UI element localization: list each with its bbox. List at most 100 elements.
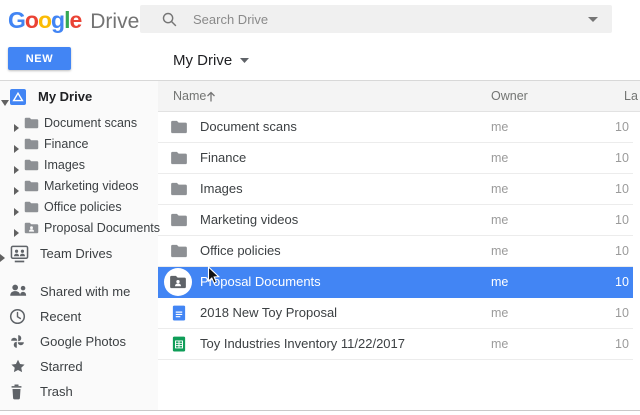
file-owner: me <box>491 236 508 266</box>
file-list: Document scans me 10 Finance me 10 <box>158 112 640 360</box>
sidebar-starred-label: Starred <box>40 354 83 379</box>
search-options-caret-icon[interactable] <box>588 17 598 22</box>
new-button[interactable]: NEW <box>8 47 71 70</box>
drive-icon <box>10 89 26 108</box>
sidebar-item-starred[interactable]: Starred <box>0 354 158 379</box>
file-owner: me <box>491 329 508 359</box>
file-row[interactable]: 2018 New Toy Proposal me 10 <box>158 298 633 329</box>
sidebar-folder-item[interactable]: Office policies <box>0 197 158 218</box>
file-owner: me <box>491 205 508 235</box>
photos-icon <box>9 333 26 353</box>
file-table: Name Owner La Document scans me 10 <box>158 81 640 360</box>
expand-arrow-icon[interactable] <box>0 250 5 265</box>
expand-arrow-icon[interactable] <box>14 225 19 240</box>
sidebar-item-trash[interactable]: Trash <box>0 379 158 404</box>
breadcrumb-my-drive[interactable]: My Drive <box>173 40 249 80</box>
sidebar-recent-label: Recent <box>40 304 81 329</box>
sidebar-item-my-drive[interactable]: My Drive <box>0 81 158 113</box>
file-row[interactable]: Document scans me 10 <box>158 112 633 143</box>
sidebar-item-shared-with-me[interactable]: Shared with me <box>0 279 158 304</box>
folder-icon <box>170 120 188 139</box>
file-owner: me <box>491 143 508 173</box>
folder-icon <box>24 138 39 153</box>
sidebar-my-drive-label: My Drive <box>38 81 92 113</box>
search-input[interactable] <box>193 12 588 27</box>
sidebar-item-google-photos[interactable]: Google Photos <box>0 329 158 354</box>
file-last-modified: 10 <box>615 267 629 297</box>
file-last-modified: 10 <box>615 205 629 235</box>
sidebar-folder-item[interactable]: Finance <box>0 134 158 155</box>
google-drive-window: GoogleDrive NEW My Drive My Driv <box>0 0 640 415</box>
sidebar-folder-label: Office policies <box>44 197 122 218</box>
file-last-modified: 10 <box>615 112 629 142</box>
expand-arrow-icon[interactable] <box>14 162 19 177</box>
sidebar-shared-with-me-label: Shared with me <box>40 279 130 304</box>
folder-icon <box>170 244 188 263</box>
folder-icon <box>24 201 39 216</box>
file-row[interactable]: Toy Industries Inventory 11/22/2017 me 1… <box>158 329 633 360</box>
file-owner: me <box>491 112 508 142</box>
file-name: Document scans <box>200 112 297 142</box>
folder-icon <box>24 180 39 195</box>
column-header-owner[interactable]: Owner <box>491 81 528 111</box>
expand-arrow-icon[interactable] <box>14 204 19 219</box>
file-row[interactable]: Images me 10 <box>158 174 633 205</box>
sidebar-folder-item[interactable]: Marketing videos <box>0 176 158 197</box>
search-bar[interactable] <box>140 5 612 33</box>
sidebar-team-drives-label: Team Drives <box>40 241 112 267</box>
file-last-modified: 10 <box>615 143 629 173</box>
file-name: 2018 New Toy Proposal <box>200 298 337 328</box>
expand-arrow-icon[interactable] <box>14 120 19 135</box>
file-owner: me <box>491 298 508 328</box>
sidebar-folder-item[interactable]: Document scans <box>0 113 158 134</box>
sidebar-folder-list: Document scans Finance Images <box>0 113 158 239</box>
sidebar-folder-label: Proposal Documents <box>44 218 160 239</box>
team-drives-icon <box>10 245 29 266</box>
sidebar-folder-label: Document scans <box>44 113 137 134</box>
file-name: Marketing videos <box>200 205 298 235</box>
file-row[interactable]: Marketing videos me 10 <box>158 205 633 236</box>
sidebar-item-recent[interactable]: Recent <box>0 304 158 329</box>
logo-letter: g <box>51 7 64 33</box>
file-name: Images <box>200 174 243 204</box>
expand-arrow-icon[interactable] <box>14 141 19 156</box>
sidebar-shortcuts: Shared with me Recent Google Photos <box>0 279 158 404</box>
file-last-modified: 10 <box>615 174 629 204</box>
file-name: Office policies <box>200 236 281 266</box>
file-row[interactable]: Finance me 10 <box>158 143 633 174</box>
location-label: My Drive <box>173 52 232 69</box>
chevron-down-icon <box>240 58 249 63</box>
file-row[interactable]: Office policies me 10 <box>158 236 633 267</box>
sidebar-folder-item[interactable]: Images <box>0 155 158 176</box>
shared-folder-icon <box>24 222 39 237</box>
window-bottom-border <box>0 410 640 411</box>
file-owner: me <box>491 174 508 204</box>
sidebar-folder-label: Finance <box>44 134 88 155</box>
file-last-modified: 10 <box>615 236 629 266</box>
star-icon <box>9 358 27 378</box>
column-header-last-modified[interactable]: La <box>624 81 638 111</box>
product-name: Drive <box>90 10 139 33</box>
folder-icon <box>24 159 39 174</box>
folder-icon <box>24 117 39 132</box>
file-name: Finance <box>200 143 246 173</box>
sidebar-folder-label: Images <box>44 155 85 176</box>
google-docs-icon <box>172 305 186 326</box>
trash-icon <box>9 383 24 403</box>
expand-arrow-icon[interactable] <box>14 183 19 198</box>
column-header-name[interactable]: Name <box>173 81 206 111</box>
file-row[interactable]: Proposal Documents me 10 <box>158 267 633 298</box>
file-last-modified: 10 <box>615 298 629 328</box>
folder-icon <box>170 151 188 170</box>
sort-ascending-arrow-icon[interactable] <box>206 91 216 105</box>
google-drive-logo[interactable]: GoogleDrive <box>8 0 139 40</box>
shared-folder-avatar <box>164 268 192 296</box>
sidebar-folder-item[interactable]: Proposal Documents <box>0 218 158 239</box>
sidebar-item-team-drives[interactable]: Team Drives <box>0 241 158 267</box>
logo-letter: e <box>69 7 81 33</box>
folder-icon <box>170 182 188 201</box>
sidebar-trash-label: Trash <box>40 379 73 404</box>
collapse-arrow-icon[interactable] <box>1 94 9 109</box>
clock-icon <box>9 308 26 328</box>
top-bar: GoogleDrive <box>0 0 640 40</box>
